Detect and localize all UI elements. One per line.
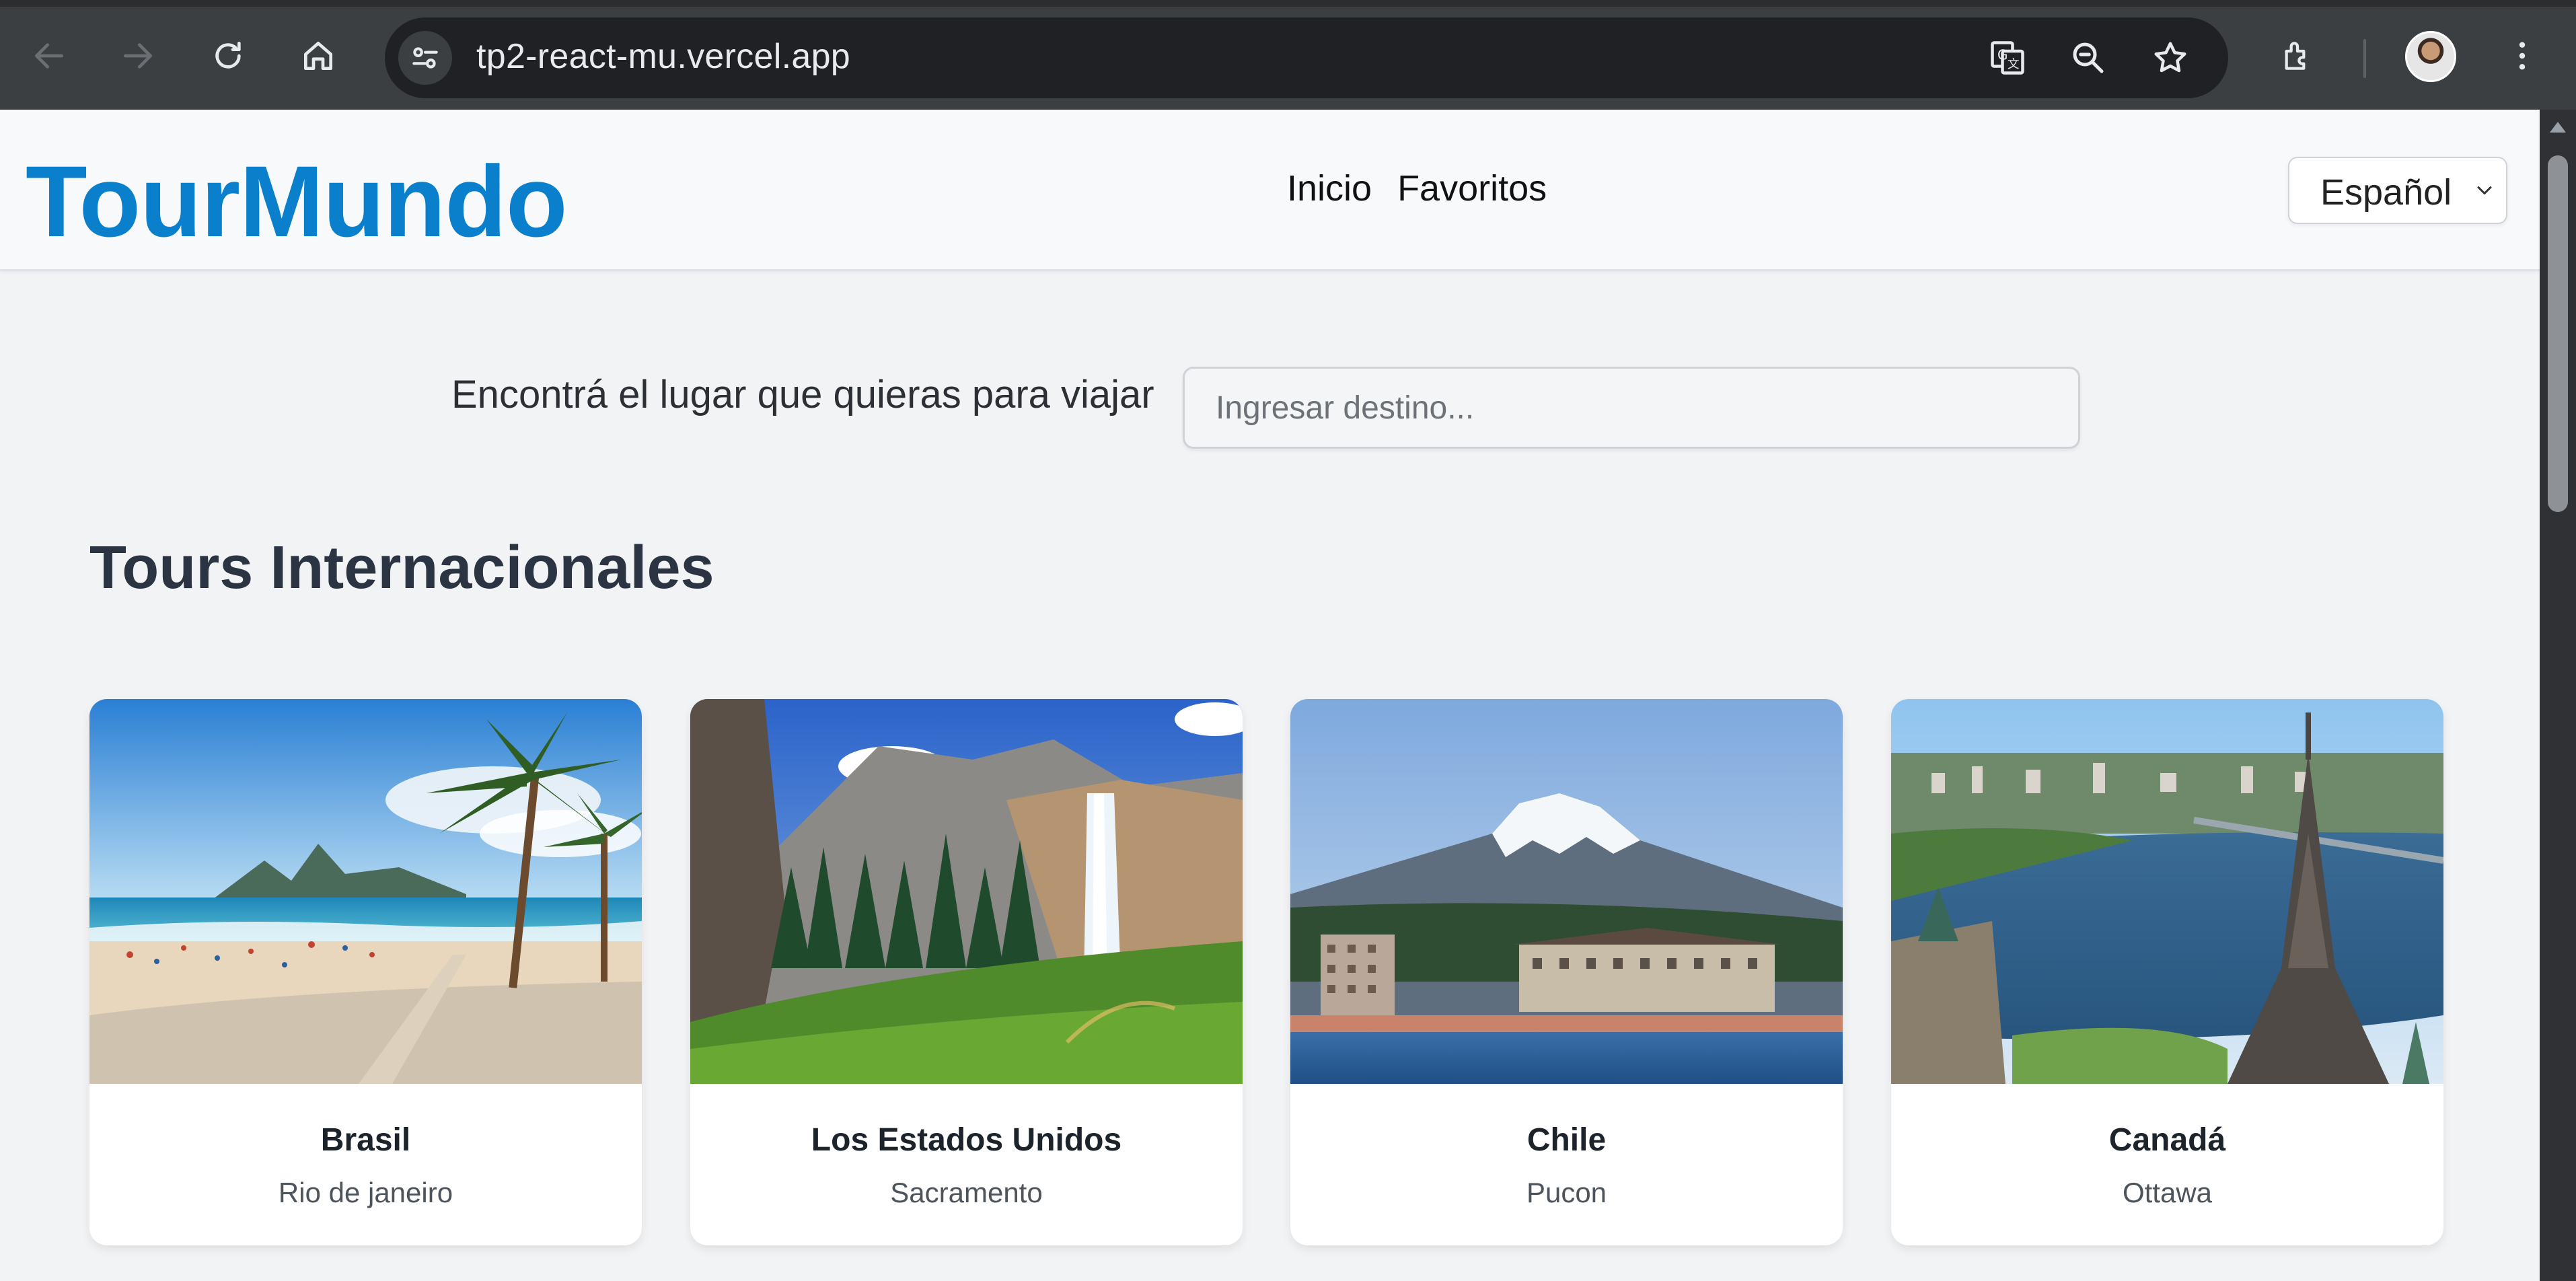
tour-city: Ottawa xyxy=(2122,1177,2213,1208)
nav-favoritos[interactable]: Favoritos xyxy=(1397,168,1547,209)
toolbar-separator xyxy=(2363,39,2366,78)
tour-country: Los Estados Unidos xyxy=(811,1122,1122,1158)
tour-country: Brasil xyxy=(320,1122,411,1158)
zoom-icon[interactable] xyxy=(2067,36,2110,79)
site-header: TourMundo Inicio Favoritos Español xyxy=(0,110,2540,271)
main-nav: Inicio Favoritos xyxy=(1287,168,1547,209)
address-bar[interactable]: tp2-react-mu.vercel.app G文 xyxy=(385,17,2228,98)
tour-city: Rio de janeiro xyxy=(278,1177,453,1208)
scroll-thumb[interactable] xyxy=(2548,155,2568,512)
language-selected: Español xyxy=(2320,172,2452,213)
back-icon[interactable] xyxy=(26,32,73,79)
nav-inicio[interactable]: Inicio xyxy=(1287,168,1372,209)
section-title: Tours Internacionales xyxy=(89,534,714,601)
browser-toolbar: tp2-react-mu.vercel.app G文 xyxy=(0,0,2576,110)
more-menu-icon[interactable] xyxy=(2499,32,2546,79)
tour-card-chile[interactable]: Chile Pucon xyxy=(1290,699,1843,1245)
tour-card-brasil[interactable]: Brasil Rio de janeiro xyxy=(89,699,642,1245)
tour-card-canada[interactable]: Canadá Ottawa xyxy=(1891,699,2443,1245)
home-icon[interactable] xyxy=(295,32,342,79)
site-info-icon[interactable] xyxy=(398,31,452,85)
svg-text:G: G xyxy=(1997,47,2008,63)
svg-text:文: 文 xyxy=(2008,58,2020,71)
reload-icon[interactable] xyxy=(205,32,252,79)
chevron-down-icon xyxy=(2477,186,2492,194)
url-text[interactable]: tp2-react-mu.vercel.app xyxy=(476,36,850,77)
bookmark-star-icon[interactable] xyxy=(2149,36,2192,79)
page-viewport: TourMundo Inicio Favoritos Español Encon… xyxy=(0,110,2540,1281)
translate-icon[interactable]: G文 xyxy=(1986,36,2029,79)
tour-image-canada xyxy=(1891,699,2443,1084)
tour-country: Canadá xyxy=(2108,1122,2226,1158)
destination-search-input[interactable] xyxy=(1183,367,2080,449)
tour-card-estados-unidos[interactable]: Los Estados Unidos Sacramento xyxy=(690,699,1243,1245)
tour-image-estados-unidos xyxy=(690,699,1243,1084)
tour-image-brasil xyxy=(89,699,642,1084)
search-label: Encontrá el lugar que quieras para viaja… xyxy=(451,373,1154,416)
language-select[interactable]: Español xyxy=(2288,157,2507,224)
extensions-icon[interactable] xyxy=(2274,32,2321,79)
site-logo[interactable]: TourMundo xyxy=(26,143,568,260)
profile-avatar[interactable] xyxy=(2405,31,2456,82)
tour-image-chile xyxy=(1290,699,1843,1084)
page-scrollbar[interactable] xyxy=(2540,110,2576,1281)
forward-icon[interactable] xyxy=(114,32,161,79)
scroll-up-icon[interactable] xyxy=(2550,122,2566,133)
tour-city: Sacramento xyxy=(890,1177,1043,1208)
tour-city: Pucon xyxy=(1526,1177,1607,1208)
tour-country: Chile xyxy=(1526,1122,1607,1158)
